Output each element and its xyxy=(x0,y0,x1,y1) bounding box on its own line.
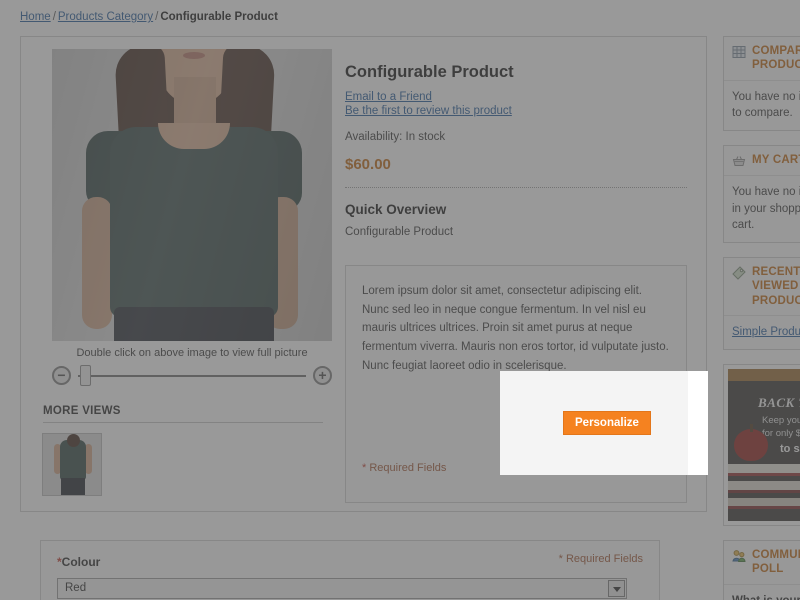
poll-question: What is your favorite colour? xyxy=(732,593,800,600)
personalize-modal-body: Personalize xyxy=(500,371,688,475)
colour-label-text: Colour xyxy=(61,555,101,569)
tag-icon xyxy=(732,266,746,280)
divider xyxy=(345,187,687,188)
banner-book-2 xyxy=(728,480,800,493)
cart-title: MY CART xyxy=(752,154,800,167)
form-required-label: Required Fields xyxy=(562,553,643,565)
required-fields-label: Required Fields xyxy=(366,462,447,474)
banner-frame xyxy=(728,368,800,381)
personalize-modal: Personalize xyxy=(500,371,708,475)
poll-body: What is your favorite colour? Green Red … xyxy=(724,585,800,600)
zoom-out-icon[interactable]: − xyxy=(52,366,71,385)
grid-icon xyxy=(732,46,746,58)
availability-status: Availability: In stock xyxy=(345,131,446,143)
breadcrumb: Home / Products Category / Configurable Prod… xyxy=(20,11,278,23)
breadcrumb-current: Configurable Product xyxy=(160,11,278,23)
double-click-hint: Double click on above image to view full… xyxy=(76,347,308,359)
zoom-slider-handle[interactable] xyxy=(80,365,91,386)
sidebar-block-cart: MY CART You have no items in your shoppi… xyxy=(723,145,800,244)
product-price: $60.00 xyxy=(345,156,391,173)
zoom-in-icon[interactable]: + xyxy=(313,366,332,385)
photo-shading xyxy=(52,49,332,341)
poll-title: COMMUNITY POLL xyxy=(752,548,800,576)
page-title: Configurable Product xyxy=(345,63,514,81)
image-zoom-slider[interactable]: − + xyxy=(52,363,332,389)
breadcrumb-home-link[interactable]: Home xyxy=(20,11,51,23)
chevron-down-icon[interactable] xyxy=(608,580,625,597)
basket-icon xyxy=(732,156,746,167)
more-views-thumbnail[interactable] xyxy=(42,433,102,496)
poll-header: COMMUNITY POLL xyxy=(724,541,800,585)
thumb-head xyxy=(67,434,80,447)
colour-select[interactable]: Red xyxy=(57,578,627,599)
page-root: Home / Products Category / Configurable Prod… xyxy=(0,0,800,600)
compare-body: You have no items to compare. xyxy=(732,90,800,120)
cart-body: You have no items in your shopping cart. xyxy=(732,186,800,232)
people-icon xyxy=(732,550,746,562)
recently-viewed-link[interactable]: Simple Product xyxy=(732,326,800,338)
banner-subtitle: Keep your kids for only $15 each xyxy=(762,414,800,439)
email-to-friend-link[interactable]: Email to a Friend xyxy=(345,91,687,103)
banner-book-1 xyxy=(728,463,800,476)
product-image-column: Double click on above image to view full… xyxy=(42,49,342,496)
quick-overview-text: Configurable Product xyxy=(345,226,454,238)
recently-viewed-body: Simple Product xyxy=(724,316,800,349)
sidebar-block-recently-viewed: RECENTLY VIEWED PRODUCTS Simple Product xyxy=(723,257,800,350)
required-fields-note: * Required Fields xyxy=(362,462,446,474)
cart-header: MY CART xyxy=(724,146,800,177)
banner-book-3 xyxy=(728,497,800,509)
sidebar-block-poll: COMMUNITY POLL What is your favorite col… xyxy=(723,539,800,600)
breadcrumb-separator-1: / xyxy=(52,11,56,23)
product-info-column: Configurable Product Email to a Friend B… xyxy=(345,63,687,238)
compare-title: COMPARE PRODUCTS xyxy=(752,45,800,72)
recently-viewed-title: RECENTLY VIEWED PRODUCTS xyxy=(752,266,800,307)
sidebar: COMPARE PRODUCTS You have no items to co… xyxy=(723,36,800,600)
form-required-fields-note: * Required Fields xyxy=(559,553,643,565)
thumb-arm-right xyxy=(85,444,92,474)
sidebar-banner[interactable]: BACK TO SCHOOL Keep your kids for only $… xyxy=(723,363,800,526)
recently-viewed-header: RECENTLY VIEWED PRODUCTS xyxy=(724,258,800,317)
zoom-slider-track[interactable] xyxy=(78,375,306,377)
banner-cta: to save xyxy=(780,442,800,455)
write-review-link[interactable]: Be the first to review this product xyxy=(345,105,687,117)
compare-header: COMPARE PRODUCTS xyxy=(724,37,800,81)
back-to-school-banner-image[interactable]: BACK TO SCHOOL Keep your kids for only $… xyxy=(728,368,800,521)
thumb-jeans xyxy=(61,478,85,495)
colour-label: *Colour xyxy=(57,555,100,569)
breadcrumb-category-link[interactable]: Products Category xyxy=(58,11,153,23)
product-options-form: *Colour * Required Fields Red xyxy=(40,540,660,600)
colour-select-value: Red xyxy=(65,582,87,594)
quick-overview-heading: Quick Overview xyxy=(345,202,447,217)
apple-icon xyxy=(734,423,768,461)
banner-title: BACK TO SCHOOL xyxy=(758,394,800,410)
product-main-image[interactable] xyxy=(52,49,332,341)
page-content: Home / Products Category / Configurable Prod… xyxy=(0,0,800,600)
sidebar-block-compare: COMPARE PRODUCTS You have no items to co… xyxy=(723,36,800,132)
colour-option-row: *Colour * Required Fields Red xyxy=(41,541,659,599)
personalize-button[interactable]: Personalize xyxy=(563,411,651,435)
product-description-text: Lorem ipsum dolor sit amet, consectetur … xyxy=(362,285,669,372)
more-views-heading: MORE VIEWS xyxy=(43,405,323,423)
